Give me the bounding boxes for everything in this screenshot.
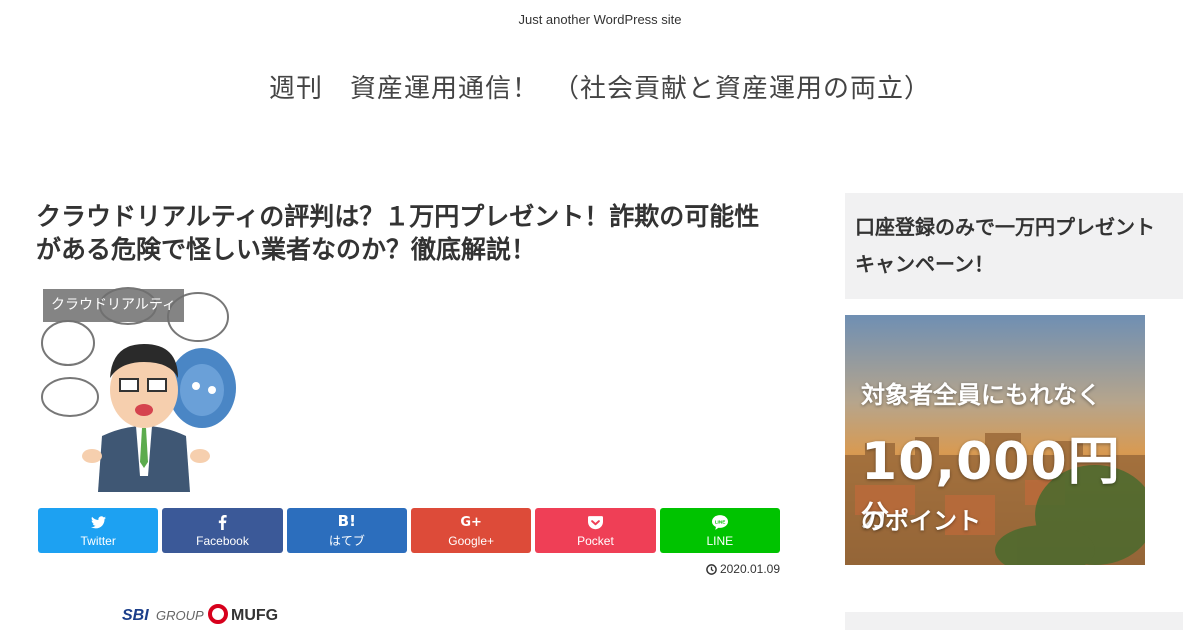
post-date-text: 2020.01.09 — [719, 562, 780, 576]
twitter-share-button[interactable]: Twitter — [38, 508, 159, 553]
blue-ghost-figure — [168, 348, 236, 428]
article: クラウドリアルティの評判は？１万円プレゼント！詐欺の可能性がある危険で怪しい業者… — [36, 200, 780, 624]
googleplus-label: Google+ — [448, 533, 494, 548]
pocket-share-button[interactable]: Pocket — [535, 508, 656, 553]
site-tagline: Just another WordPress site — [518, 12, 682, 27]
group-logo: GROUP — [156, 608, 204, 623]
twitter-label: Twitter — [80, 533, 116, 548]
line-icon: LINE — [711, 514, 728, 532]
mufg-logo: MUFG — [231, 607, 278, 624]
banner-amount-value: 10,000円 — [861, 432, 1121, 492]
pocket-icon — [587, 514, 603, 532]
share-buttons: Twitter Facebook B! はてブ G+ Google+ Pocke… — [38, 508, 780, 553]
post-date: 2020.01.09 — [706, 562, 780, 576]
site-title[interactable]: 週刊 資産運用通信！ （社会貢献と資産運用の両立） — [0, 68, 1200, 105]
campaign-widget: 口座登録のみで一万円プレゼントキャンペーン！ — [845, 193, 1183, 299]
partner-logos: SBI GROUP MUFG — [116, 598, 366, 630]
facebook-icon — [218, 514, 227, 532]
facebook-label: Facebook — [196, 533, 249, 548]
category-label[interactable]: クラウドリアルティ — [43, 289, 185, 322]
hatena-share-button[interactable]: B! はてブ — [286, 508, 407, 553]
clock-icon — [706, 563, 717, 575]
post-title: クラウドリアルティの評判は？１万円プレゼント！詐欺の可能性がある危険で怪しい業者… — [36, 202, 760, 264]
speech-bubble — [41, 377, 99, 417]
banner-line3: のポイント — [861, 507, 981, 535]
banner-line1: 対象者全員にもれなく — [861, 381, 1101, 409]
campaign-banner[interactable]: 対象者全員にもれなく 10,000円分 のポイント — [845, 315, 1145, 565]
facebook-share-button[interactable]: Facebook — [162, 508, 283, 553]
next-widget — [845, 612, 1183, 630]
sbi-logo: SBI — [122, 607, 149, 624]
svg-text:LINE: LINE — [714, 520, 725, 525]
mufg-icon — [208, 604, 228, 624]
googleplus-icon: G+ — [460, 515, 482, 530]
line-label: LINE — [706, 533, 734, 548]
googleplus-share-button[interactable]: G+ Google+ — [410, 508, 532, 553]
widget-title: 口座登録のみで一万円プレゼントキャンペーン！ — [855, 215, 1155, 276]
pocket-label: Pocket — [577, 533, 614, 548]
speech-bubble — [41, 320, 95, 366]
line-share-button[interactable]: LINE LINE — [659, 508, 780, 553]
twitter-icon — [90, 514, 106, 532]
hatena-icon: B! — [337, 512, 356, 530]
hatena-label: はてブ — [328, 534, 365, 548]
